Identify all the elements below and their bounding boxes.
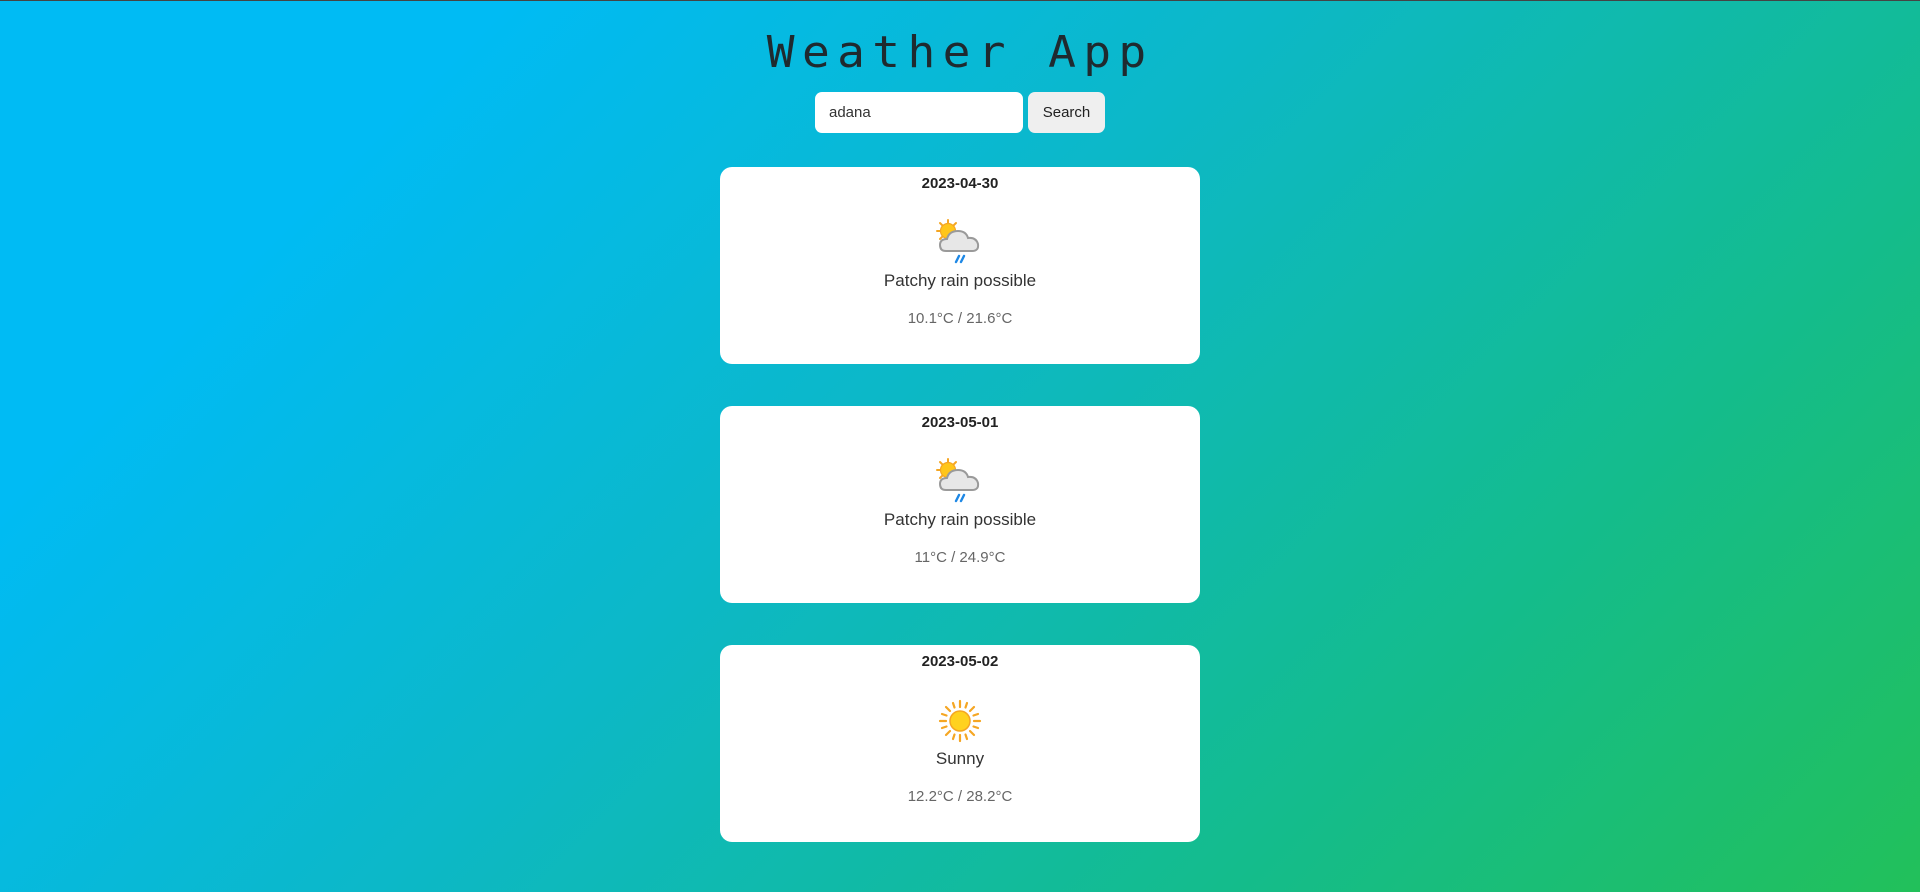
forecast-card: 2023-05-02 Sunny 12.2°C / 28.2°C (720, 645, 1200, 842)
forecast-date: 2023-05-01 (921, 414, 999, 431)
patchy-rain-icon (928, 450, 992, 514)
page-title: Weather App (766, 27, 1154, 78)
sunny-icon (928, 689, 992, 753)
forecast-condition: Patchy rain possible (883, 510, 1037, 529)
forecast-temperature-range: 11°C / 24.9°C (914, 549, 1006, 566)
search-button[interactable]: Search (1028, 92, 1105, 133)
forecast-condition: Patchy rain possible (883, 271, 1037, 290)
forecast-condition: Sunny (935, 749, 985, 768)
forecast-list: 2023-04-30 Patchy rain possible 10.1°C /… (720, 167, 1200, 842)
search-input[interactable] (815, 92, 1023, 133)
forecast-date: 2023-04-30 (921, 175, 999, 192)
weather-app: Weather App Search 2023-04-30 (0, 1, 1920, 842)
forecast-date: 2023-05-02 (921, 653, 999, 670)
search-bar: Search (815, 92, 1105, 133)
forecast-card: 2023-04-30 Patchy rain possible 10.1°C /… (720, 167, 1200, 364)
patchy-rain-icon (928, 211, 992, 275)
forecast-temperature-range: 10.1°C / 21.6°C (907, 310, 1013, 327)
forecast-temperature-range: 12.2°C / 28.2°C (907, 788, 1013, 805)
forecast-card: 2023-05-01 Patchy rain possible 11°C / 2… (720, 406, 1200, 603)
